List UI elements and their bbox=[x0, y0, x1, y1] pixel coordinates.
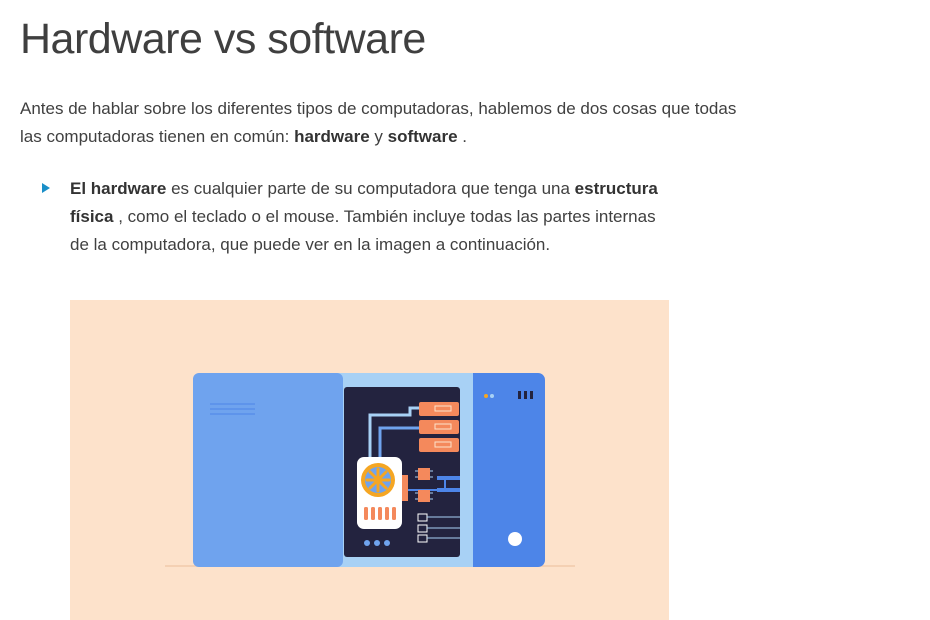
intro-term-hardware: hardware bbox=[294, 127, 370, 146]
led-2 bbox=[490, 394, 494, 398]
intro-end: . bbox=[457, 127, 467, 146]
ram-2 bbox=[419, 420, 459, 434]
hardware-illustration bbox=[70, 300, 669, 620]
bullet-lead: El hardware bbox=[70, 179, 167, 198]
intro-connector: y bbox=[369, 127, 388, 146]
ram-1 bbox=[419, 402, 459, 416]
article-page: Hardware vs software Antes de hablar sob… bbox=[0, 0, 930, 620]
bullet-text-2: , como el teclado o el mouse. También in… bbox=[70, 207, 656, 254]
hardware-bullet: El hardware es cualquier parte de su com… bbox=[70, 175, 670, 259]
slot-2 bbox=[437, 488, 460, 492]
power-button bbox=[508, 532, 522, 546]
chip-2 bbox=[418, 490, 430, 502]
ram-3 bbox=[419, 438, 459, 452]
intro-paragraph: Antes de hablar sobre los diferentes tip… bbox=[20, 95, 740, 151]
side-panel bbox=[193, 373, 343, 567]
bullet-text-1: es cualquier parte de su computadora que… bbox=[166, 179, 575, 198]
intro-term-software: software bbox=[387, 127, 458, 146]
page-title: Hardware vs software bbox=[20, 15, 426, 63]
bullet-arrow-icon bbox=[42, 183, 50, 193]
computer-case-hardware-icon bbox=[165, 373, 575, 567]
slot-1 bbox=[437, 476, 460, 480]
chip-1 bbox=[418, 468, 430, 480]
led-1 bbox=[484, 394, 488, 398]
